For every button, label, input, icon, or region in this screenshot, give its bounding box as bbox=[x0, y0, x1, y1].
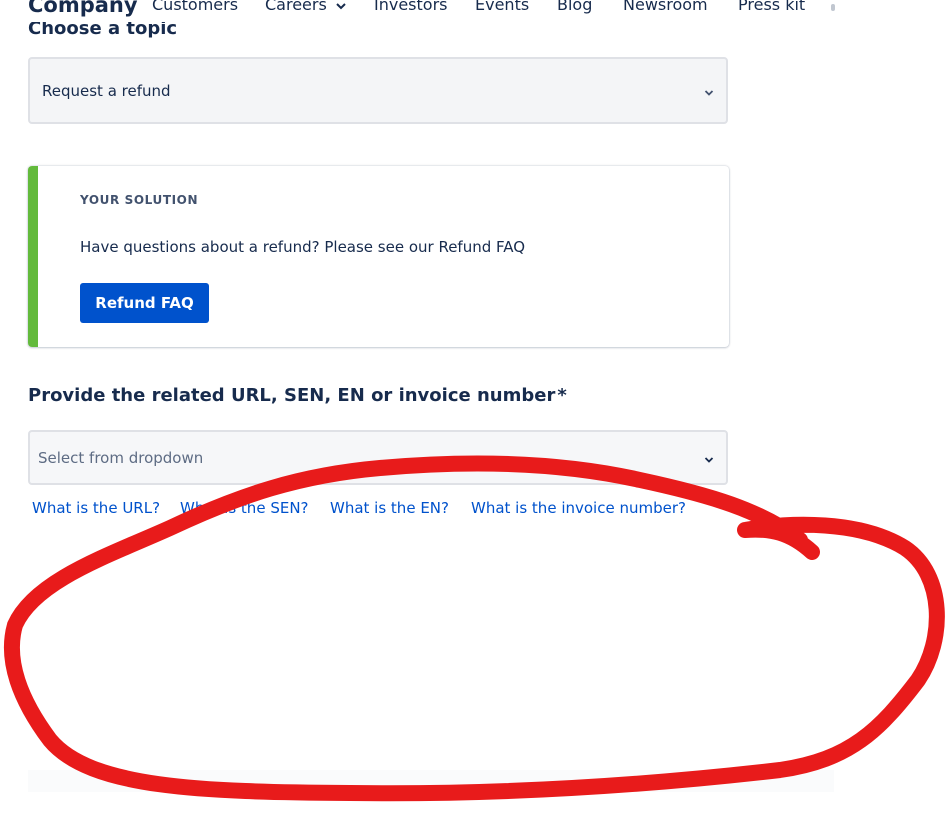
related-field-label: Provide the related URL, SEN, EN or invo… bbox=[28, 385, 567, 406]
refund-faq-button[interactable]: Refund FAQ bbox=[80, 283, 209, 323]
topic-select[interactable]: Request a refund bbox=[28, 57, 728, 124]
nav-item-newsroom[interactable]: Newsroom bbox=[623, 0, 708, 14]
chevron-down-icon bbox=[336, 0, 346, 14]
page: Company Customers Careers Investors Even… bbox=[0, 0, 950, 816]
help-link-invoice[interactable]: What is the invoice number? bbox=[471, 499, 686, 517]
related-identifier-select[interactable]: Select from dropdown bbox=[28, 430, 728, 485]
nav-item-press-kit[interactable]: Press kit bbox=[738, 0, 805, 14]
solution-eyebrow: YOUR SOLUTION bbox=[80, 193, 199, 207]
nav-item-investors[interactable]: Investors bbox=[374, 0, 447, 14]
nav-item-blog[interactable]: Blog bbox=[557, 0, 592, 14]
chevron-down-icon bbox=[704, 81, 714, 100]
nav-item-customers[interactable]: Customers bbox=[152, 0, 238, 14]
topic-select-value: Request a refund bbox=[42, 81, 171, 100]
nav-item-careers[interactable]: Careers bbox=[265, 0, 346, 14]
related-identifier-placeholder: Select from dropdown bbox=[38, 448, 204, 467]
required-mark: * bbox=[557, 385, 567, 406]
help-link-en[interactable]: What is the EN? bbox=[330, 499, 449, 517]
solution-message: Have questions about a refund? Please se… bbox=[80, 238, 526, 256]
solution-card: YOUR SOLUTION Have questions about a ref… bbox=[28, 166, 729, 347]
top-nav: Company Customers Careers Investors Even… bbox=[0, 0, 950, 22]
brand-logo[interactable]: Company bbox=[28, 0, 138, 17]
help-link-url[interactable]: What is the URL? bbox=[32, 499, 160, 517]
nav-item-events[interactable]: Events bbox=[475, 0, 529, 14]
chevron-down-icon bbox=[704, 448, 714, 467]
related-field-label-text: Provide the related URL, SEN, EN or invo… bbox=[28, 385, 556, 406]
bottom-section bbox=[28, 770, 834, 792]
solution-accent-bar bbox=[28, 166, 38, 347]
help-link-sen[interactable]: What is the SEN? bbox=[180, 499, 309, 517]
nav-item-careers-label: Careers bbox=[265, 0, 327, 14]
nav-item-truncated[interactable] bbox=[831, 4, 835, 11]
